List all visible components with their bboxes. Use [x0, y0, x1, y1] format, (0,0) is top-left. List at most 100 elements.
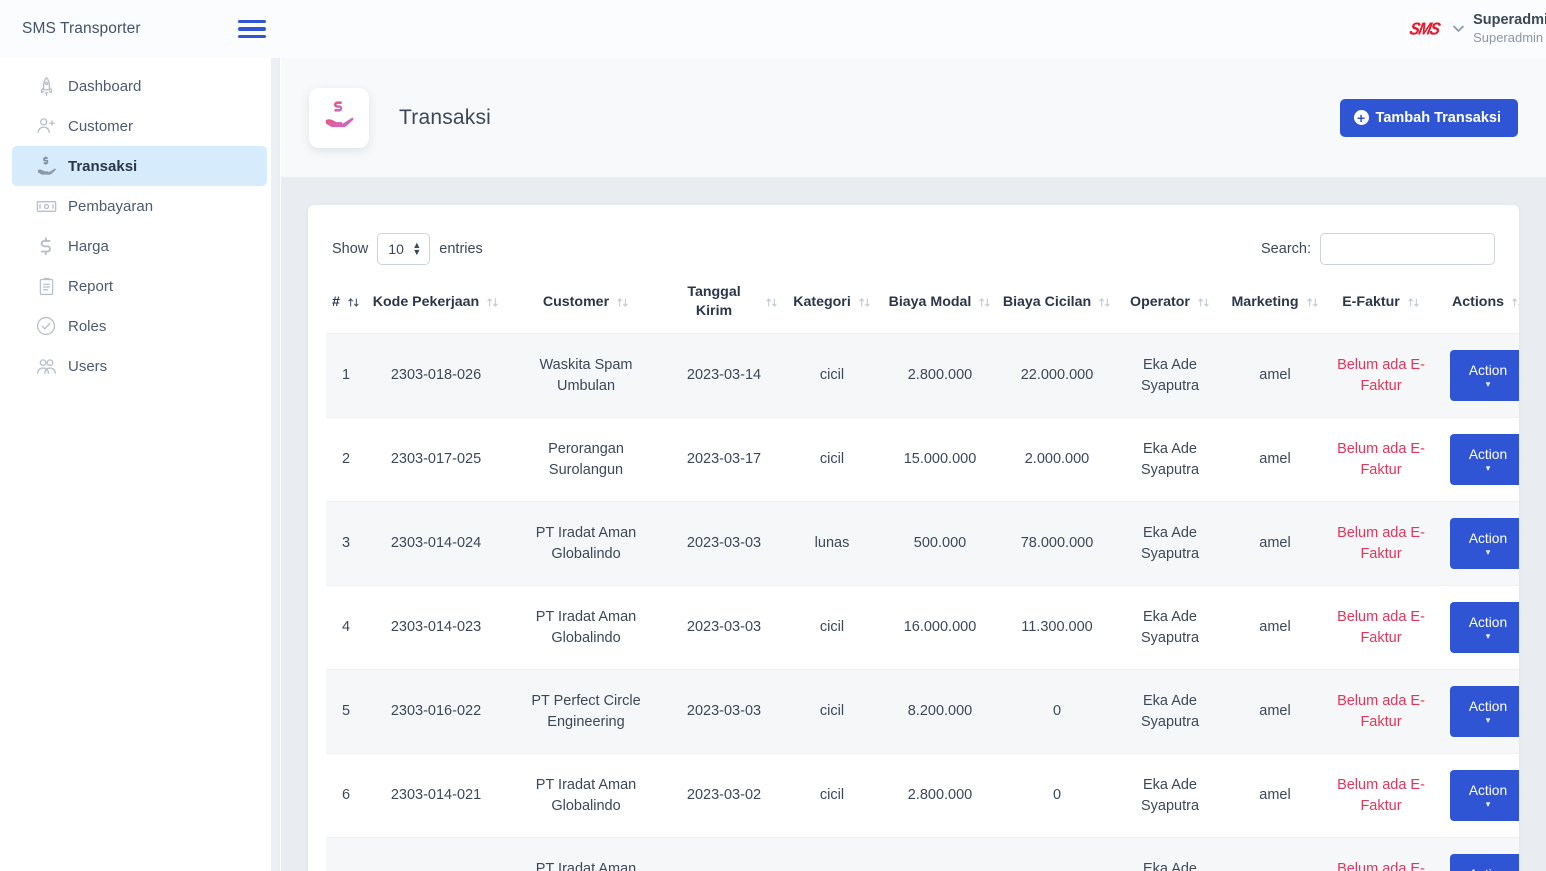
cell-e-faktur: Belum ada E-Faktur — [1326, 837, 1436, 871]
cell-operator: Eka Ade Syaputra — [1116, 501, 1224, 587]
cell-kategori: cicil — [782, 417, 882, 503]
sort-arrows-icon — [1197, 296, 1210, 309]
user-menu[interactable]: SMS Superadmi Superadmin — [1404, 9, 1546, 49]
chevron-down-icon[interactable] — [1453, 25, 1464, 36]
cell-kode-pekerjaan: 2303-014-023 — [366, 585, 506, 671]
sidebar-item-customer[interactable]: Customer — [12, 106, 267, 146]
column-label: Kode Pekerjaan — [372, 293, 480, 310]
row-action-button[interactable]: Action ▾ — [1450, 518, 1519, 570]
sidebar-item-pembayaran[interactable]: Pembayaran — [12, 186, 267, 226]
table-row[interactable]: 5 2303-016-022 PT Perfect Circle Enginee… — [326, 669, 1519, 755]
column-header-operator[interactable]: Operator — [1116, 271, 1224, 335]
table-row[interactable]: 6 2303-014-021 PT Iradat Aman Globalindo… — [326, 753, 1519, 839]
sort-arrows-icon — [1098, 296, 1111, 309]
sidebar-scrollbar[interactable] — [271, 58, 279, 871]
cell-biaya-modal: 500.000 — [882, 501, 998, 587]
select-stepper-icon: ▲ ▼ — [412, 239, 422, 257]
sidebar-item-harga[interactable]: Harga — [12, 226, 267, 266]
cell-biaya-modal: 16.000.000 — [882, 585, 998, 671]
hamburger-bar-3 — [238, 34, 266, 39]
cell-biaya-cicilan: 11.300.000 — [998, 585, 1116, 671]
column-header-tanggal-kirim[interactable]: Tanggal Kirim — [666, 271, 782, 335]
cell-marketing: amel — [1224, 753, 1326, 839]
sidebar-item-report[interactable]: Report — [12, 266, 267, 306]
row-action-button[interactable]: Action ▾ — [1450, 350, 1519, 402]
table-row[interactable]: 1 2303-018-026 Waskita Spam Umbulan 2023… — [326, 333, 1519, 419]
row-action-button[interactable]: Action ▾ — [1450, 686, 1519, 738]
chevron-down-icon: ▾ — [1485, 378, 1491, 389]
page-size-value: 10 — [388, 241, 404, 257]
row-action-label: Action — [1468, 362, 1508, 378]
column-header-marketing[interactable]: Marketing — [1224, 271, 1326, 335]
user-plus-icon — [24, 115, 68, 137]
column-header-kode-pekerjaan[interactable]: Kode Pekerjaan — [366, 271, 506, 335]
check-circle-icon — [24, 315, 68, 337]
sidebar-item-roles[interactable]: Roles — [12, 306, 267, 346]
row-action-label: Action — [1468, 614, 1508, 630]
cell-operator: Eka Ade Syaputra — [1116, 585, 1224, 671]
column-header-biaya-modal[interactable]: Biaya Modal — [882, 271, 998, 335]
table-row[interactable]: 3 2303-014-024 PT Iradat Aman Globalindo… — [326, 501, 1519, 587]
cell-actions: Action ▾ — [1436, 753, 1519, 839]
table-controls: Show 10 ▲ ▼ entries Search: — [326, 227, 1501, 271]
cell-kode-pekerjaan: 2303-016-022 — [366, 669, 506, 755]
sidebar-item-label: Customer — [68, 117, 134, 135]
column-header-e-faktur[interactable]: E-Faktur — [1326, 271, 1436, 335]
cell-actions: Action ▾ — [1436, 501, 1519, 587]
column-header-number[interactable]: # — [326, 271, 366, 335]
row-action-label: Action — [1468, 530, 1508, 546]
table-row[interactable]: 7 2303-014-020 PT Iradat Aman Globalindo… — [326, 837, 1519, 871]
cell-biaya-cicilan: 2.000.000 — [998, 417, 1116, 503]
cell-biaya-cicilan: 0 — [998, 669, 1116, 755]
cell-kategori: cicil — [782, 669, 882, 755]
cell-kategori: cicil — [782, 753, 882, 839]
cell-e-faktur: Belum ada E-Faktur — [1326, 417, 1436, 503]
rocket-icon — [24, 76, 68, 97]
search-input[interactable] — [1320, 233, 1495, 265]
banknote-icon — [24, 195, 68, 218]
sidebar: Dashboard Customer Transaksi Pembayaran … — [0, 58, 280, 871]
row-action-label: Action — [1468, 782, 1508, 798]
page-header: Transaksi + Tambah Transaksi — [281, 58, 1546, 177]
sidebar-item-dashboard[interactable]: Dashboard — [12, 66, 267, 106]
row-action-button[interactable]: Action ▾ — [1450, 434, 1519, 486]
cell-biaya-modal: 8.000.000 — [882, 837, 998, 871]
hamburger-menu-icon[interactable] — [238, 16, 278, 42]
cell-tanggal-kirim: 2023-03-03 — [666, 669, 782, 755]
cell-tanggal-kirim: 2023-03-02 — [666, 753, 782, 839]
cell-actions: Action ▾ — [1436, 417, 1519, 503]
column-header-biaya-cicilan[interactable]: Biaya Cicilan — [998, 271, 1116, 335]
show-entries-group: Show 10 ▲ ▼ entries — [332, 233, 483, 265]
cell-customer: PT Perfect Circle Engineering — [506, 669, 666, 755]
sidebar-item-transaksi[interactable]: Transaksi — [12, 146, 267, 186]
sort-arrows-icon — [978, 296, 991, 309]
page-size-select[interactable]: 10 ▲ ▼ — [377, 233, 431, 265]
sidebar-item-label: Harga — [68, 237, 109, 255]
row-action-button[interactable]: Action ▾ — [1450, 770, 1519, 822]
sort-arrows-icon — [347, 296, 360, 309]
column-label: Marketing — [1231, 293, 1299, 310]
column-header-kategori[interactable]: Kategori — [782, 271, 882, 335]
table-header-row: # Kode Pekerjaan Customer Tanggal Kirim … — [326, 271, 1519, 335]
cell-kode-pekerjaan: 2303-014-024 — [366, 501, 506, 587]
sidebar-item-label: Transaksi — [68, 157, 138, 175]
cell-tanggal-kirim: 2023-03-02 — [666, 837, 782, 871]
row-action-button[interactable]: Action ▾ — [1450, 854, 1519, 871]
add-transaction-button[interactable]: + Tambah Transaksi — [1339, 98, 1518, 137]
table-row[interactable]: 2 2303-017-025 Perorangan Surolangun 202… — [326, 417, 1519, 503]
sort-arrows-icon — [1407, 296, 1420, 309]
column-header-actions[interactable]: Actions — [1436, 271, 1519, 335]
cell-marketing: amel — [1224, 585, 1326, 671]
table-row[interactable]: 4 2303-014-023 PT Iradat Aman Globalindo… — [326, 585, 1519, 671]
sidebar-item-users[interactable]: Users — [12, 346, 267, 386]
chevron-down-icon: ▾ — [1485, 714, 1491, 725]
cell-tanggal-kirim: 2023-03-14 — [666, 333, 782, 419]
chevron-down-icon: ▾ — [1485, 798, 1491, 809]
sidebar-item-label: Report — [68, 277, 114, 295]
row-action-label: Action — [1468, 446, 1508, 462]
cell-biaya-cicilan: 22.000.000 — [998, 333, 1116, 419]
cell-biaya-modal: 8.200.000 — [882, 669, 998, 755]
column-header-customer[interactable]: Customer — [506, 271, 666, 335]
row-action-button[interactable]: Action ▾ — [1450, 602, 1519, 654]
chevron-down-icon: ▾ — [1485, 630, 1491, 641]
